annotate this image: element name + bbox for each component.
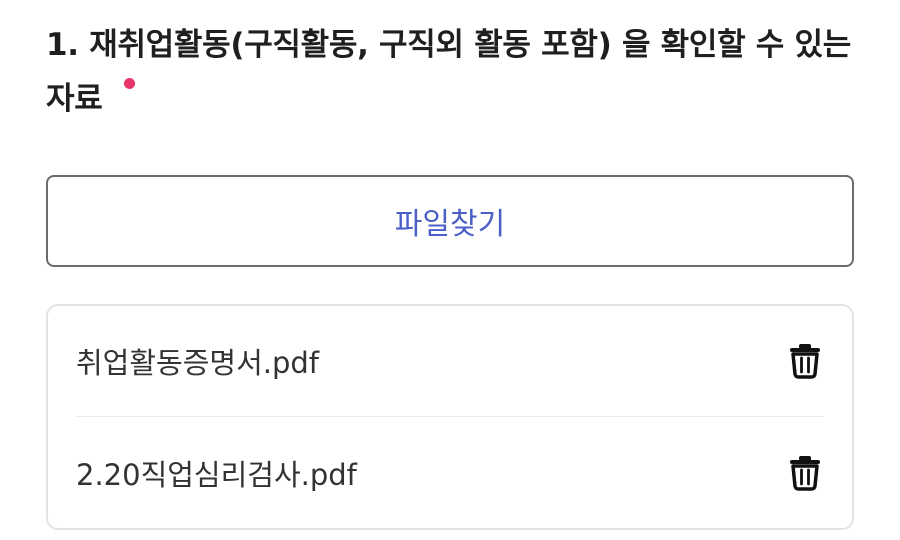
required-indicator [124,78,136,89]
attached-file-list: 취업활동증명서.pdf 2.20직업심리검사.pdf [46,304,854,530]
file-list-item: 취업활동증명서.pdf [76,306,824,417]
find-file-button-label: 파일찾기 [394,207,506,242]
find-file-button[interactable]: 파일찾기 [46,175,854,267]
trash-icon[interactable] [788,343,822,379]
file-name: 취업활동증명서.pdf [76,346,320,380]
file-list-item: 2.20직업심리검사.pdf [76,418,824,528]
question-text: 1. 재취업활동(구직활동, 구직외 활동 포함) 을 확인할 수 있는 자료 [46,27,851,117]
question-title: 1. 재취업활동(구직활동, 구직외 활동 포함) 을 확인할 수 있는 자료 [46,18,866,126]
file-name: 2.20직업심리검사.pdf [76,458,357,492]
trash-icon[interactable] [788,455,822,491]
